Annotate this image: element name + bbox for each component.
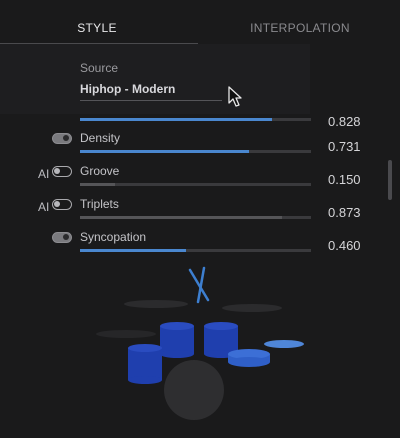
drum-kit-illustration xyxy=(96,266,304,420)
groove-slider[interactable] xyxy=(80,183,311,186)
triplets-value: 0.873 xyxy=(328,205,361,220)
density-slider[interactable] xyxy=(80,150,311,153)
triplets-label: Triplets xyxy=(80,197,119,211)
triplets-slider-fill xyxy=(80,216,282,219)
syncopation-slider-fill xyxy=(80,249,187,252)
ride-cymbal xyxy=(96,330,156,338)
tab-interpolation[interactable]: INTERPOLATION xyxy=(200,0,400,44)
clipped-slider-value: 0.828 xyxy=(328,114,361,129)
slider-row-groove: AI Groove 0.150 xyxy=(0,163,400,197)
groove-value: 0.150 xyxy=(328,172,361,187)
density-value: 0.731 xyxy=(328,139,361,154)
syncopation-slider[interactable] xyxy=(80,249,311,252)
crash-cymbal-left xyxy=(124,300,188,308)
bass-drum xyxy=(164,360,224,420)
triplets-ai-toggle[interactable] xyxy=(52,199,72,210)
snare-drum xyxy=(128,344,162,384)
floor-tom xyxy=(228,349,270,367)
tab-style-label: STYLE xyxy=(77,21,117,35)
density-slider-fill xyxy=(80,150,249,153)
style-sliders-panel: 0.828 Density 0.731 AI Groove 0.150 AI T… xyxy=(0,108,400,258)
mouse-cursor-icon xyxy=(228,86,242,107)
triplets-slider[interactable] xyxy=(80,216,311,219)
tom-left xyxy=(160,322,194,358)
hihat-cymbal xyxy=(264,340,304,348)
crash-cymbal-right xyxy=(222,304,282,312)
density-toggle[interactable] xyxy=(52,133,72,144)
source-select[interactable]: Hiphop - Modern xyxy=(80,82,175,96)
ai-label: AI xyxy=(38,200,50,214)
groove-label: Groove xyxy=(80,164,120,178)
density-label: Density xyxy=(80,131,121,145)
groove-slider-fill xyxy=(80,183,115,186)
syncopation-label: Syncopation xyxy=(80,230,147,244)
drumsticks-icon xyxy=(188,266,210,304)
clipped-slider-fill xyxy=(80,118,272,121)
syncopation-value: 0.460 xyxy=(328,238,361,253)
tab-style[interactable]: STYLE xyxy=(0,0,198,44)
toggle-knob xyxy=(63,135,69,141)
slider-row-density: Density 0.731 xyxy=(0,130,400,164)
source-popover: Source Hiphop - Modern xyxy=(0,44,310,114)
source-select-underline xyxy=(80,100,222,101)
ai-label: AI xyxy=(38,167,50,181)
toggle-knob xyxy=(63,234,69,240)
toggle-knob xyxy=(54,168,60,174)
source-label: Source xyxy=(80,61,119,75)
slider-row-syncopation: Syncopation 0.460 xyxy=(0,229,400,263)
tab-bar: STYLE INTERPOLATION xyxy=(0,0,400,44)
groove-ai-toggle[interactable] xyxy=(52,166,72,177)
slider-row-triplets: AI Triplets 0.873 xyxy=(0,196,400,230)
syncopation-toggle[interactable] xyxy=(52,232,72,243)
scrollbar[interactable] xyxy=(388,160,392,200)
toggle-knob xyxy=(54,201,60,207)
